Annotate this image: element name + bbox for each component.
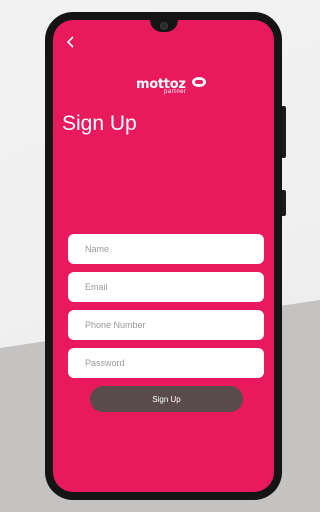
camera-notch (150, 20, 178, 32)
power-button (282, 190, 286, 216)
back-chevron-icon[interactable] (63, 34, 79, 50)
name-input[interactable] (68, 234, 264, 264)
logo-badge-icon (192, 77, 206, 87)
volume-button (282, 106, 286, 158)
chevron-left-icon (66, 36, 74, 48)
app-screen: mottoz partner Sign Up Sign Up (53, 20, 274, 492)
password-input[interactable] (68, 348, 264, 378)
front-camera-icon (160, 22, 168, 30)
email-input[interactable] (68, 272, 264, 302)
mottoz-partner-logo: mottoz partner (136, 75, 206, 105)
phone-number-input[interactable] (68, 310, 264, 340)
sign-up-button[interactable]: Sign Up (90, 386, 243, 412)
page-title: Sign Up (62, 112, 137, 135)
logo-subtitle: partner (164, 89, 187, 95)
phone-frame: mottoz partner Sign Up Sign Up (45, 12, 286, 500)
